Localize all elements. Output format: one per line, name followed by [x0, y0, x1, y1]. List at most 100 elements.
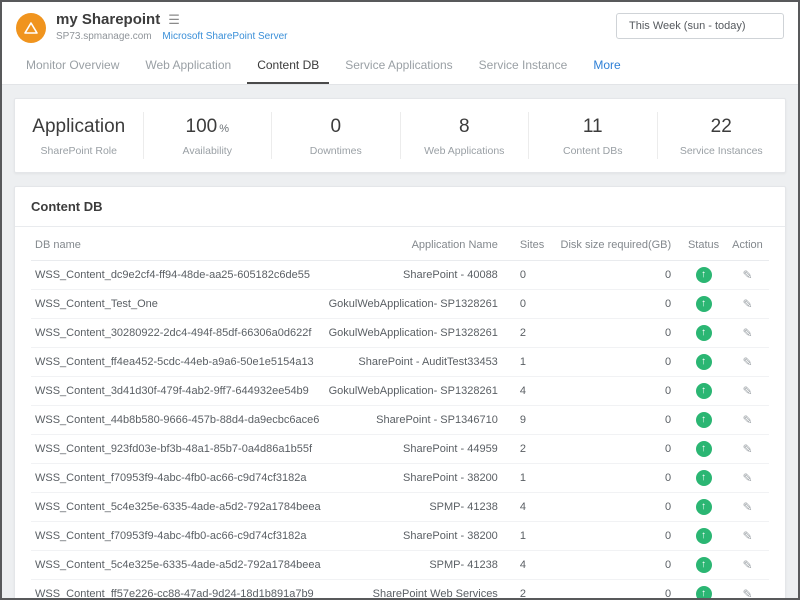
edit-pencil-icon[interactable]: ✎ — [742, 442, 752, 456]
db-name-cell: WSS_Content_ff4ea452-5cdc-44eb-a9a6-50e1… — [31, 348, 325, 377]
menu-icon[interactable]: ☰ — [168, 12, 180, 28]
stat-value: 22 — [658, 116, 786, 138]
application-name-cell: SPMP- 41238 — [325, 551, 516, 580]
tab-service-instance[interactable]: Service Instance — [469, 49, 578, 84]
edit-pencil-icon[interactable]: ✎ — [742, 587, 752, 598]
content-db-table: DB name Application Name Sites Disk size… — [31, 229, 769, 598]
sites-cell: 0 — [516, 290, 555, 319]
summary-stats: Application SharePoint Role 100% Availab… — [14, 98, 786, 173]
stat-downtimes: 0 Downtimes — [272, 112, 401, 159]
time-range-select[interactable]: This Week (sun - today) — [616, 13, 784, 39]
application-name-cell: SharePoint - AuditTest33453 — [325, 348, 516, 377]
application-name-cell: GokulWebApplication- SP1328261 — [325, 377, 516, 406]
edit-pencil-icon[interactable]: ✎ — [742, 529, 752, 543]
tab-content-db[interactable]: Content DB — [247, 49, 329, 84]
edit-pencil-icon[interactable]: ✎ — [742, 268, 752, 282]
table-header-row: DB name Application Name Sites Disk size… — [31, 229, 769, 261]
table-row: WSS_Content_f70953f9-4abc-4fb0-ac66-c9d7… — [31, 522, 769, 551]
disk-size-cell: 0 — [555, 319, 681, 348]
stat-content-dbs: 11 Content DBs — [529, 112, 658, 159]
status-up-icon: ↑ — [696, 412, 712, 428]
status-up-icon: ↑ — [696, 441, 712, 457]
table-row: WSS_Content_30280922-2dc4-494f-85df-6630… — [31, 319, 769, 348]
tab-more[interactable]: More — [583, 49, 630, 84]
stat-label: SharePoint Role — [15, 145, 143, 157]
stat-label: Web Applications — [401, 145, 529, 157]
table-row: WSS_Content_ff4ea452-5cdc-44eb-a9a6-50e1… — [31, 348, 769, 377]
sites-cell: 1 — [516, 522, 555, 551]
table-row: WSS_Content_44b8b580-9666-457b-88d4-da9e… — [31, 406, 769, 435]
db-name-cell: WSS_Content_3d41d30f-479f-4ab2-9ff7-6449… — [31, 377, 325, 406]
stat-value: 8 — [401, 116, 529, 138]
header: my Sharepoint ☰ SP73.spmanage.com Micros… — [2, 2, 798, 49]
disk-size-cell: 0 — [555, 464, 681, 493]
sites-cell: 9 — [516, 406, 555, 435]
disk-size-cell: 0 — [555, 377, 681, 406]
db-name-cell: WSS_Content_f70953f9-4abc-4fb0-ac66-c9d7… — [31, 522, 325, 551]
application-name-cell: SharePoint - 40088 — [325, 261, 516, 290]
application-name-cell: SharePoint - 38200 — [325, 464, 516, 493]
stat-label: Content DBs — [529, 145, 657, 157]
table-row: WSS_Content_dc9e2cf4-ff94-48de-aa25-6051… — [31, 261, 769, 290]
db-name-cell: WSS_Content_5c4e325e-6335-4ade-a5d2-792a… — [31, 551, 325, 580]
application-name-cell: GokulWebApplication- SP1328261 — [325, 290, 516, 319]
stat-sharepoint-role: Application SharePoint Role — [15, 112, 144, 159]
db-name-cell: WSS_Content_ff57e226-cc88-47ad-9d24-18d1… — [31, 580, 325, 599]
application-name-cell: SharePoint Web Services — [325, 580, 516, 599]
edit-pencil-icon[interactable]: ✎ — [742, 326, 752, 340]
table-row: WSS_Content_ff57e226-cc88-47ad-9d24-18d1… — [31, 580, 769, 599]
status-up-icon: ↑ — [696, 296, 712, 312]
stat-value: 100% — [144, 116, 272, 138]
stat-value: 0 — [272, 116, 400, 138]
edit-pencil-icon[interactable]: ✎ — [742, 471, 752, 485]
edit-pencil-icon[interactable]: ✎ — [742, 355, 752, 369]
disk-size-cell: 0 — [555, 348, 681, 377]
brand-logo-icon — [16, 13, 46, 43]
column-action: Action — [726, 229, 769, 261]
edit-pencil-icon[interactable]: ✎ — [742, 297, 752, 311]
tab-bar: Monitor Overview Web Application Content… — [2, 49, 798, 85]
sites-cell: 1 — [516, 464, 555, 493]
edit-pencil-icon[interactable]: ✎ — [742, 384, 752, 398]
stat-value: Application — [15, 116, 143, 138]
sites-cell: 0 — [516, 261, 555, 290]
disk-size-cell: 0 — [555, 493, 681, 522]
table-row: WSS_Content_923fd03e-bf3b-48a1-85b7-0a4d… — [31, 435, 769, 464]
sites-cell: 2 — [516, 319, 555, 348]
stat-availability: 100% Availability — [144, 112, 273, 159]
application-name-cell: SPMP- 41238 — [325, 493, 516, 522]
status-up-icon: ↑ — [696, 499, 712, 515]
db-name-cell: WSS_Content_30280922-2dc4-494f-85df-6630… — [31, 319, 325, 348]
host-name: SP73.spmanage.com — [56, 31, 152, 42]
disk-size-cell: 0 — [555, 261, 681, 290]
application-name-cell: SharePoint - 44959 — [325, 435, 516, 464]
status-up-icon: ↑ — [696, 470, 712, 486]
disk-size-cell: 0 — [555, 580, 681, 599]
column-application-name: Application Name — [325, 229, 516, 261]
edit-pencil-icon[interactable]: ✎ — [742, 500, 752, 514]
server-type-link[interactable]: Microsoft SharePoint Server — [162, 31, 287, 42]
status-up-icon: ↑ — [696, 383, 712, 399]
content-db-card: Content DB DB name Application Name Site… — [14, 186, 786, 598]
tab-service-applications[interactable]: Service Applications — [335, 49, 462, 84]
tab-web-application[interactable]: Web Application — [135, 49, 241, 84]
table-row: WSS_Content_5c4e325e-6335-4ade-a5d2-792a… — [31, 493, 769, 522]
disk-size-cell: 0 — [555, 435, 681, 464]
table-row: WSS_Content_3d41d30f-479f-4ab2-9ff7-6449… — [31, 377, 769, 406]
sites-cell: 4 — [516, 551, 555, 580]
content-db-table-body: WSS_Content_dc9e2cf4-ff94-48de-aa25-6051… — [31, 261, 769, 599]
status-up-icon: ↑ — [696, 586, 712, 598]
tab-monitor-overview[interactable]: Monitor Overview — [16, 49, 129, 84]
edit-pencil-icon[interactable]: ✎ — [742, 413, 752, 427]
db-name-cell: WSS_Content_44b8b580-9666-457b-88d4-da9e… — [31, 406, 325, 435]
status-up-icon: ↑ — [696, 354, 712, 370]
db-name-cell: WSS_Content_dc9e2cf4-ff94-48de-aa25-6051… — [31, 261, 325, 290]
column-db-name: DB name — [31, 229, 325, 261]
status-up-icon: ↑ — [696, 267, 712, 283]
status-up-icon: ↑ — [696, 557, 712, 573]
column-status: Status — [681, 229, 726, 261]
page-title: my Sharepoint — [56, 11, 160, 28]
application-name-cell: GokulWebApplication- SP1328261 — [325, 319, 516, 348]
edit-pencil-icon[interactable]: ✎ — [742, 558, 752, 572]
table-row: WSS_Content_Test_One GokulWebApplication… — [31, 290, 769, 319]
